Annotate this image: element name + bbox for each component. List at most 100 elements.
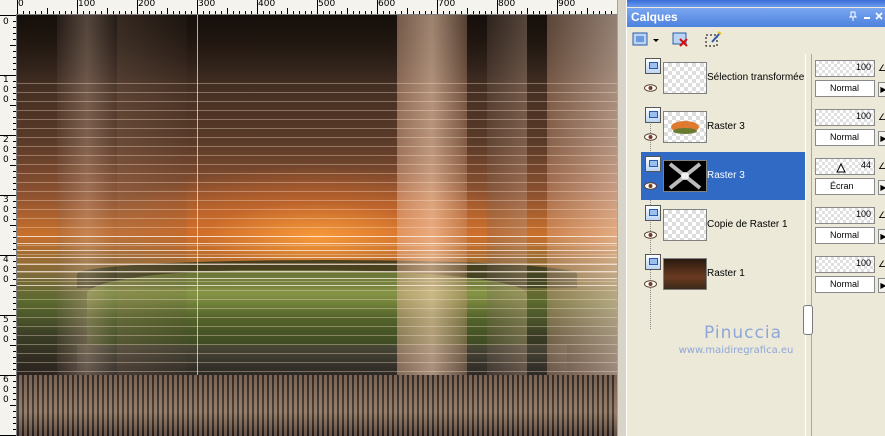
chevron-right-icon[interactable]: ▶ [878,180,885,195]
ruler-tick [10,225,16,226]
blend-mode-select[interactable]: Normal [815,227,875,244]
slider-tip-icon: ∠ [878,112,885,122]
ruler-tick [13,357,16,358]
blend-mode-select[interactable]: Normal [815,129,875,146]
pane-splitter[interactable] [805,54,812,436]
layer-row[interactable]: Raster 1 [641,250,805,298]
ruler-digit: 0 [3,17,9,27]
layer-toggle-icon[interactable] [645,156,661,172]
layer-name: Raster 3 [707,121,745,132]
canvas-scroll-edge [617,0,626,436]
palette-title: Calques [631,10,678,24]
slider-tip-icon: ∠ [878,63,885,73]
ruler-tick [167,8,168,14]
ruler-tick [13,267,16,268]
ruler-tick [13,387,16,388]
layer-toggle-icon[interactable] [645,254,661,270]
ruler-tick [13,207,16,208]
ruler-tick [299,11,300,14]
ruler-tick [13,321,16,322]
ruler-tick [575,11,576,14]
ruler-tick [383,11,384,14]
opacity-value: 100 [855,209,871,219]
ruler-tick [161,11,162,14]
ruler-digit: 0 [3,205,9,215]
layer-row[interactable]: Raster 3 [641,103,805,151]
ruler-tick [413,11,414,14]
ruler-label: 200 [138,0,156,9]
ruler-tick [35,11,36,14]
layer-list: Sélection transformée Raster 3 Raster 3 … [641,54,805,329]
eye-icon[interactable] [644,231,657,239]
ruler-tick [227,8,228,14]
opacity-slider[interactable]: 100 [815,256,875,273]
ruler-tick [119,11,120,14]
blend-mode-select[interactable]: Écran [815,178,875,195]
ruler-tick [305,11,306,14]
edit-selection-icon[interactable] [703,30,723,50]
layer-row[interactable]: Sélection transformée [641,54,805,102]
ruler-tick [467,8,468,14]
ruler-tick [209,11,210,14]
minimize-icon[interactable] [861,11,873,23]
ruler-tick [371,11,372,14]
palette-title-bar[interactable]: Calques [627,8,885,27]
layer-toggle-icon[interactable] [645,205,661,221]
ruler-tick [197,0,198,14]
ruler-tick [599,11,600,14]
ruler-tick [0,195,16,196]
history-panel-title[interactable] [627,0,885,7]
ruler-tick [131,11,132,14]
ruler-tick [377,0,378,14]
canvas-horizontal-lines [17,75,617,375]
ruler-tick [47,8,48,14]
ruler-tick [89,11,90,14]
ruler-tick [71,11,72,14]
ruler-tick [359,11,360,14]
ruler-tick [13,177,16,178]
chevron-right-icon[interactable]: ▶ [878,131,885,146]
eye-icon[interactable] [644,280,657,288]
blend-mode-select[interactable]: Normal [815,276,875,293]
close-icon[interactable] [873,11,885,23]
slider-thumb-icon[interactable] [836,163,846,173]
eye-icon[interactable] [644,182,657,190]
ruler-label: 400 [258,0,276,9]
ruler-tick [137,0,138,14]
ruler-tick [449,11,450,14]
ruler-tick [113,11,114,14]
chevron-right-icon[interactable]: ▶ [878,82,885,97]
ruler-tick [287,8,288,14]
ruler-digit: 0 [3,385,9,395]
new-layer-icon[interactable] [631,30,661,50]
ruler-tick [13,171,16,172]
layer-toggle-icon[interactable] [645,107,661,123]
ruler-tick [455,11,456,14]
ruler-tick [473,11,474,14]
ruler-tick [13,273,16,274]
opacity-slider[interactable]: 100 [815,207,875,224]
ruler-tick [239,11,240,14]
slider-tip-icon: ∠ [878,259,885,269]
opacity-slider[interactable]: 44 [815,158,875,175]
ruler-tick [13,351,16,352]
eye-icon[interactable] [644,84,657,92]
ruler-tick [521,11,522,14]
eye-icon[interactable] [644,133,657,141]
ruler-label: 300 [198,0,216,9]
ruler-tick [587,8,588,14]
layer-toggle-icon[interactable] [645,58,661,74]
pin-icon[interactable] [847,11,859,23]
image-canvas[interactable] [17,15,617,436]
blend-mode-select[interactable]: Normal [815,80,875,97]
ruler-tick [437,0,438,14]
ruler-tick [10,105,16,106]
opacity-slider[interactable]: 100 [815,109,875,126]
delete-layer-icon[interactable] [671,30,691,50]
opacity-slider[interactable]: 100 [815,60,875,77]
chevron-right-icon[interactable]: ▶ [878,229,885,244]
ruler-tick [365,11,366,14]
layer-row-selected[interactable]: Raster 3 [641,152,805,200]
layer-row[interactable]: Copie de Raster 1 [641,201,805,249]
chevron-right-icon[interactable]: ▶ [878,278,885,293]
